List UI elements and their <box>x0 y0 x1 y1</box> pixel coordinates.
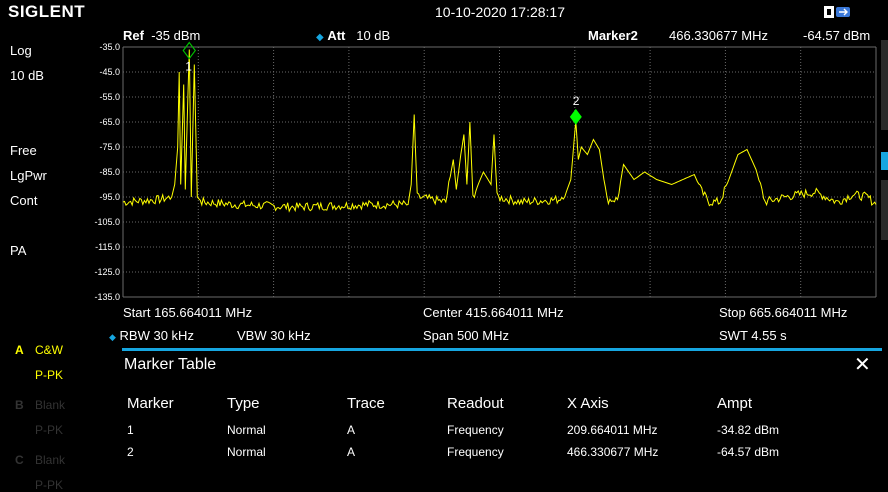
stop-freq[interactable]: Stop 665.664011 MHz <box>719 305 847 320</box>
marker-table-col-header: X Axis <box>567 395 609 412</box>
marker-2-diamond-icon: 2 <box>569 94 582 125</box>
trace-a-line <box>122 49 877 213</box>
marker-table-cell[interactable]: 2 <box>127 445 134 459</box>
markers: 12 <box>182 41 582 125</box>
marker-table-panel: Marker Table ✕ Marker Type Trace Readout X A… <box>122 348 882 490</box>
vbw[interactable]: VBW 30 kHz <box>237 328 311 343</box>
right-panel-tab[interactable] <box>881 40 888 240</box>
plot-grid <box>122 46 877 298</box>
marker-table-cell[interactable]: Frequency <box>447 445 504 459</box>
marker-table-title: Marker Table <box>124 356 217 373</box>
marker-table-cell[interactable]: Frequency <box>447 423 504 437</box>
marker-table-accent <box>122 348 882 351</box>
rbw[interactable]: ◆ RBW 30 kHz <box>109 328 194 343</box>
center-freq[interactable]: Center 415.664011 MHz <box>423 305 564 320</box>
rbw-diamond-icon: ◆ <box>109 332 116 342</box>
start-freq[interactable]: Start 165.664011 MHz <box>123 305 252 320</box>
rbw-value: RBW 30 kHz <box>119 328 194 343</box>
marker-table-cell[interactable]: A <box>347 445 355 459</box>
sweep-time[interactable]: SWT 4.55 s <box>719 328 787 343</box>
marker-table-col-header: Readout <box>447 395 504 412</box>
span[interactable]: Span 500 MHz <box>423 328 509 343</box>
marker-table-cell[interactable]: 1 <box>127 423 134 437</box>
marker-table-cell[interactable]: -64.57 dBm <box>717 445 779 459</box>
marker-table-col-header: Ampt <box>717 395 753 412</box>
marker-table-col-header: Marker <box>127 395 174 412</box>
marker-table-col-header: Trace <box>347 395 385 412</box>
marker-table-cell[interactable]: 466.330677 MHz <box>567 445 658 459</box>
marker-table-cell[interactable]: Normal <box>227 445 266 459</box>
marker-2-label: 2 <box>573 94 580 108</box>
close-icon[interactable]: ✕ <box>854 352 871 377</box>
marker-1-label: 1 <box>185 60 192 74</box>
marker-table-cell[interactable]: -34.82 dBm <box>717 423 779 437</box>
marker-table-col-header: Type <box>227 395 260 412</box>
marker-table-cell[interactable]: 209.664011 MHz <box>567 423 658 437</box>
marker-table-cell[interactable]: A <box>347 423 355 437</box>
marker-table-cell[interactable]: Normal <box>227 423 266 437</box>
